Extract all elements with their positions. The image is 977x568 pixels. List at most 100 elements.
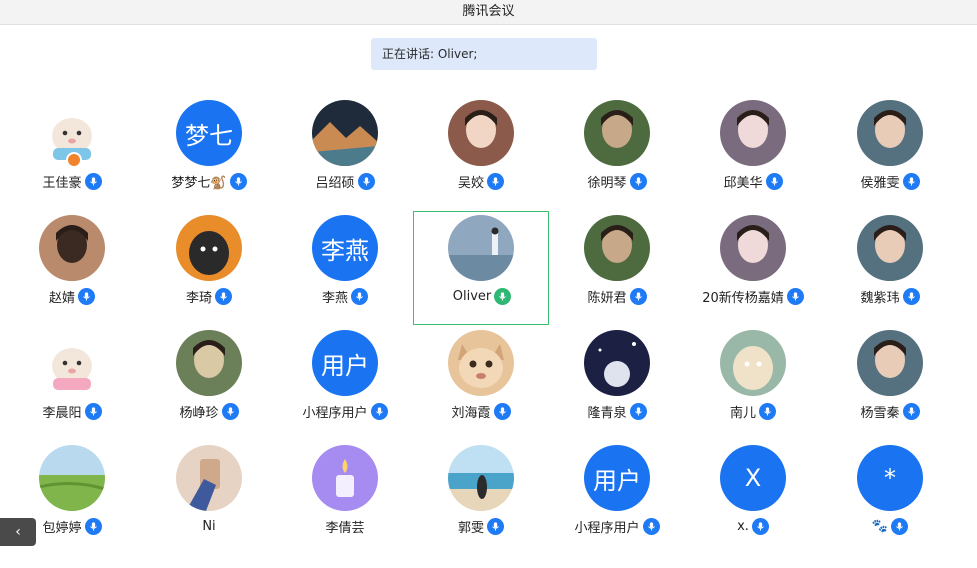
microphone-icon: [221, 402, 239, 420]
host-badge-icon: [66, 152, 82, 168]
participant-tile[interactable]: 郭雯: [413, 441, 549, 555]
participant-tile[interactable]: 徐明琴: [549, 96, 685, 210]
participant-name: 🐾: [871, 518, 889, 534]
participant-name-row: 杨峥珍: [141, 401, 277, 421]
microphone-icon: [902, 287, 920, 305]
avatar-initials: 用户: [321, 351, 369, 380]
participant-tile[interactable]: 刘海霞: [413, 326, 549, 440]
participant-tile[interactable]: 杨雪秦: [822, 326, 958, 440]
participant-name-row: 陈妍君: [549, 286, 685, 306]
microphone-icon: [751, 517, 769, 535]
participant-avatar: [857, 215, 923, 281]
avatar-initials: 李燕: [321, 236, 369, 265]
participant-name: 李倩芸: [325, 520, 365, 536]
participant-name-row: 吴姣: [413, 171, 549, 191]
participant-tile[interactable]: 李燕 李燕: [277, 211, 413, 325]
participant-name-row: 邱美华: [685, 171, 821, 191]
participant-name: 吴姣: [457, 175, 484, 191]
participant-name-row: 王佳豪: [4, 171, 140, 191]
microphone-icon: [629, 402, 647, 420]
participant-tile[interactable]: 侯雅雯: [822, 96, 958, 210]
participant-name: 陈妍君: [587, 290, 627, 306]
participant-name-row: 李倩芸: [277, 516, 413, 536]
participant-name-row: Ni: [141, 516, 277, 536]
participant-tile[interactable]: 李晨阳: [4, 326, 140, 440]
participant-name: 20新传杨嘉婧: [702, 290, 784, 306]
collapse-sidebar-button[interactable]: ‹: [0, 518, 36, 546]
participant-name: 侯雅雯: [860, 175, 900, 191]
microphone-icon: [902, 402, 920, 420]
participant-tile[interactable]: 杨峥珍: [141, 326, 277, 440]
microphone-icon: [84, 402, 102, 420]
participant-name-row: 南儿: [685, 401, 821, 421]
microphone-icon: [902, 172, 920, 190]
speaking-indicator: 正在讲话: Oliver;: [371, 38, 597, 70]
avatar-initials: *: [884, 464, 896, 492]
participant-tile[interactable]: 魏紫玮: [822, 211, 958, 325]
microphone-icon: [78, 287, 95, 305]
participant-tile[interactable]: 陈妍君: [549, 211, 685, 325]
participant-avatar: [176, 215, 242, 281]
participant-name: x.: [737, 518, 749, 534]
participant-tile[interactable]: 李倩芸: [277, 441, 413, 555]
microphone-icon: [493, 402, 511, 420]
participant-name-row: 侯雅雯: [822, 171, 958, 191]
participant-name-row: 吕绍硕: [277, 171, 413, 191]
participant-tile[interactable]: 吴姣: [413, 96, 549, 210]
participant-tile[interactable]: 梦七 梦梦七🐒: [141, 96, 277, 210]
microphone-icon: [891, 517, 909, 535]
participant-name: 南儿: [729, 405, 756, 421]
participant-name-row: 徐明琴: [549, 171, 685, 191]
participant-tile[interactable]: 南儿: [685, 326, 821, 440]
participant-name-row: 🐾: [822, 516, 958, 536]
participant-avatar: [857, 330, 923, 396]
participant-tile[interactable]: Ni: [141, 441, 277, 555]
participant-tile[interactable]: 邱美华: [685, 96, 821, 210]
participant-name: 王佳豪: [42, 175, 82, 191]
microphone-icon: [629, 287, 647, 305]
participant-avatar: [448, 330, 514, 396]
participant-avatar: [720, 215, 786, 281]
participant-avatar: [312, 100, 378, 166]
participant-avatar: [584, 100, 650, 166]
microphone-icon: [370, 402, 388, 420]
participant-tile[interactable]: 王佳豪: [4, 96, 140, 210]
participant-name-row: 赵婧: [4, 286, 140, 306]
participant-avatar: X: [720, 445, 786, 511]
chevron-left-icon: ‹: [15, 524, 21, 540]
avatar-initials: X: [744, 464, 762, 492]
participant-avatar: [448, 215, 514, 281]
participant-avatar: [720, 100, 786, 166]
microphone-icon: [487, 172, 504, 190]
participant-tile[interactable]: 20新传杨嘉婧: [685, 211, 821, 325]
participant-tile[interactable]: Oliver: [413, 211, 549, 325]
microphone-icon: [642, 517, 660, 535]
participant-avatar: [176, 445, 242, 511]
participant-name: 梦梦七🐒: [171, 175, 227, 191]
participant-avatar: [312, 445, 378, 511]
participant-name: 小程序用户: [302, 405, 368, 421]
participant-name-row: 李晨阳: [4, 401, 140, 421]
participant-tile[interactable]: 隆青泉: [549, 326, 685, 440]
participant-tile[interactable]: 赵婧: [4, 211, 140, 325]
participant-tile[interactable]: 吕绍硕: [277, 96, 413, 210]
participant-name-row: 魏紫玮: [822, 286, 958, 306]
participant-tile[interactable]: * 🐾: [822, 441, 958, 555]
microphone-icon: [229, 172, 247, 190]
participant-tile[interactable]: 李琦: [141, 211, 277, 325]
avatar-initials: 用户: [593, 466, 641, 495]
participant-name: 刘海霞: [451, 405, 491, 421]
participant-avatar: [857, 100, 923, 166]
participant-name: 李燕: [321, 290, 348, 306]
participant-tile[interactable]: 用户 小程序用户: [549, 441, 685, 555]
participant-tile[interactable]: Xx.: [685, 441, 821, 555]
participant-name-row: Oliver: [414, 286, 550, 306]
participant-avatar: 用户: [312, 330, 378, 396]
microphone-icon: [357, 172, 375, 190]
participant-name: 包婷婷: [42, 520, 82, 536]
microphone-icon: [84, 517, 102, 535]
microphone-icon: [494, 287, 512, 305]
participant-tile[interactable]: 用户小程序用户: [277, 326, 413, 440]
microphone-icon: [487, 517, 504, 535]
participant-name: 杨峥珍: [179, 405, 219, 421]
